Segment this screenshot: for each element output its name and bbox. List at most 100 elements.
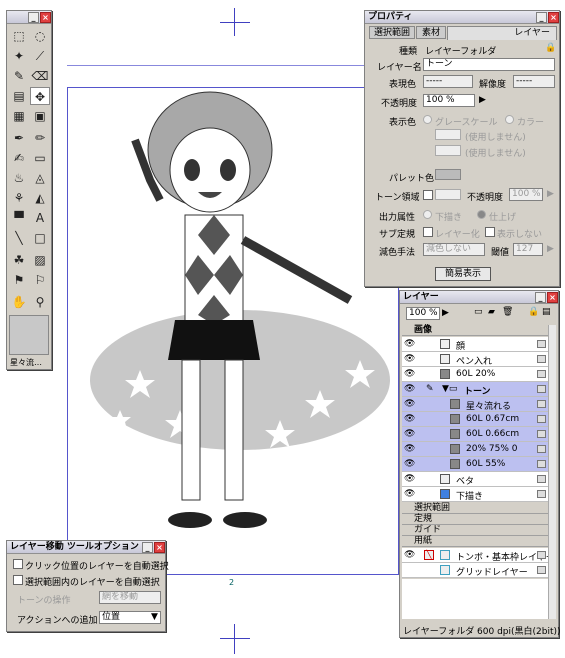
property-titlebar[interactable]: プロパティ _ ×	[365, 11, 559, 24]
render-icon[interactable]	[537, 445, 546, 453]
gradient-icon[interactable]: ◭	[30, 189, 50, 207]
rectangle-icon[interactable]: □	[30, 229, 50, 247]
line-icon[interactable]: ╲	[9, 229, 29, 247]
lock-icon[interactable]: 🔒	[545, 43, 556, 53]
close-icon[interactable]: ×	[154, 542, 165, 553]
render-icon[interactable]	[537, 490, 546, 498]
opacity-arrow-icon[interactable]: ▶	[442, 308, 449, 318]
eye-icon[interactable]: 👁	[404, 460, 415, 469]
eye-icon[interactable]: 👁	[404, 551, 415, 560]
new-layer-icon[interactable]: ▭	[474, 307, 483, 317]
balloon-icon[interactable]: ☘	[9, 251, 29, 269]
sub-layerize-checkbox[interactable]	[423, 227, 433, 237]
eye-icon[interactable]: 👁	[404, 430, 415, 439]
layer-row-stars[interactable]: 👁 星々流れる	[402, 397, 548, 412]
eyedropper-icon[interactable]: ⟋	[30, 47, 50, 65]
simple-display-button[interactable]: 簡易表示	[435, 267, 491, 281]
group-selection[interactable]: 選択範囲	[402, 503, 548, 514]
render-icon[interactable]	[537, 551, 546, 559]
folder-open-icon[interactable]: ▼▭	[442, 384, 457, 394]
color-radio[interactable]	[505, 115, 514, 124]
eye-icon[interactable]: 👁	[404, 445, 415, 454]
layer-row-60l-55[interactable]: 👁 60L 55%	[402, 457, 548, 472]
layer-row-crop-frame[interactable]: 👁 ╲ トンボ・基本枠レイヤー	[402, 548, 555, 563]
layer-row-tone-60l[interactable]: 👁 60L 20%	[402, 367, 548, 382]
stamp2-icon[interactable]: ⚐	[30, 271, 50, 289]
select-pen-icon[interactable]: ✎	[9, 67, 29, 85]
hand-icon[interactable]: ✋	[9, 293, 29, 311]
group-paper[interactable]: 用紙	[402, 536, 548, 547]
auto-select-sel-checkbox[interactable]	[13, 575, 23, 585]
eye-icon[interactable]: 👁	[404, 415, 415, 424]
layer-row-face[interactable]: 👁 顔	[402, 337, 548, 352]
layer-row-20-75[interactable]: 👁 20% 75% 0	[402, 442, 548, 457]
menu-icon[interactable]: ▤	[542, 307, 551, 317]
new-folder-icon[interactable]: ▰	[488, 307, 495, 317]
layer-name-input[interactable]: トーン	[423, 58, 555, 71]
output-draft-radio[interactable]	[423, 210, 432, 219]
fill-icon[interactable]: ◬	[30, 169, 50, 187]
stamp-icon[interactable]: ⚑	[9, 271, 29, 289]
render-icon[interactable]	[537, 566, 546, 574]
eye-icon[interactable]: 👁	[404, 490, 415, 499]
tool-option-titlebar[interactable]: レイヤー移動 ツールオプション _ ×	[7, 541, 165, 554]
layer-move-icon[interactable]: ✥	[30, 87, 50, 105]
eye-icon[interactable]: 👁	[404, 370, 415, 379]
grayscale-radio[interactable]	[423, 115, 432, 124]
delete-layer-icon[interactable]: 🗑	[502, 307, 513, 317]
close-icon[interactable]: ×	[548, 12, 559, 23]
lock-icon[interactable]: 🔒	[528, 307, 539, 317]
tools-titlebar[interactable]: _ ×	[7, 11, 51, 24]
group-image[interactable]: 画像	[402, 325, 548, 336]
tone-area-swatch[interactable]	[435, 189, 461, 200]
tool-preset-panel[interactable]	[9, 315, 49, 355]
render-icon[interactable]	[537, 385, 546, 393]
swatch-2[interactable]	[435, 145, 461, 156]
render-icon[interactable]	[537, 415, 546, 423]
pen-icon[interactable]: ✒	[9, 129, 29, 147]
sub-hide-checkbox[interactable]	[485, 227, 495, 237]
layer-row-beta[interactable]: 👁 ベタ	[402, 472, 548, 487]
pattern-icon[interactable]: ⚘	[9, 189, 29, 207]
layer-opacity-input[interactable]: 100 %	[406, 307, 440, 320]
tab-layer[interactable]: レイヤー	[447, 26, 557, 40]
select-eraser-icon[interactable]: ⌫	[30, 67, 50, 85]
magic-wand-icon[interactable]: ✦	[9, 47, 29, 65]
rect-select-icon[interactable]: ⬚	[9, 27, 29, 45]
tone-opacity-input[interactable]: 100 %	[509, 188, 543, 201]
text-icon[interactable]: A	[30, 209, 50, 227]
zoom-icon[interactable]: ⚲	[30, 293, 50, 311]
zoom-object-icon[interactable]: ▣	[30, 107, 50, 125]
airbrush-icon[interactable]: ♨	[9, 169, 29, 187]
close-icon[interactable]: ×	[547, 292, 558, 303]
marker-icon[interactable]: ✏	[30, 129, 50, 147]
eye-icon[interactable]: 👁	[404, 340, 415, 349]
tone-area-checkbox[interactable]	[423, 190, 433, 200]
layer-titlebar[interactable]: レイヤー _ ×	[400, 291, 558, 304]
render-icon[interactable]	[537, 400, 546, 408]
palette-swatch[interactable]	[435, 169, 461, 180]
eye-icon[interactable]: 👁	[404, 475, 415, 484]
eye-icon[interactable]: 👁	[404, 400, 415, 409]
layer-row-60l-066[interactable]: 👁 60L 0.66cm	[402, 427, 548, 442]
eye-icon[interactable]: 👁	[404, 355, 415, 364]
render-icon[interactable]	[537, 460, 546, 468]
eraser-icon[interactable]: ▭	[30, 149, 50, 167]
layer-scrollbar[interactable]	[548, 325, 556, 619]
layer-row-sketch[interactable]: 👁 下描き	[402, 487, 548, 502]
render-icon[interactable]	[537, 475, 546, 483]
group-guide[interactable]: ガイド	[402, 525, 548, 536]
brush-icon[interactable]: ✍	[9, 149, 29, 167]
close-icon[interactable]: ×	[40, 12, 51, 23]
tone-gradient-icon[interactable]: ▀	[9, 209, 29, 227]
layer-row-pen[interactable]: 👁 ペン入れ	[402, 352, 548, 367]
tone-move-icon[interactable]: ▦	[9, 107, 29, 125]
minimize-icon[interactable]: _	[28, 12, 39, 23]
opacity-arrow-icon[interactable]: ▶	[479, 95, 486, 105]
layer-row-tone-folder[interactable]: 👁 ✎ ▼▭ トーン	[402, 382, 548, 397]
render-icon[interactable]	[537, 430, 546, 438]
lasso-icon[interactable]: ◌	[30, 27, 50, 45]
eye-icon[interactable]: 👁	[404, 385, 415, 394]
ruler-icon[interactable]: ▨	[30, 251, 50, 269]
threshold-arrow-icon[interactable]: ▶	[547, 244, 554, 254]
